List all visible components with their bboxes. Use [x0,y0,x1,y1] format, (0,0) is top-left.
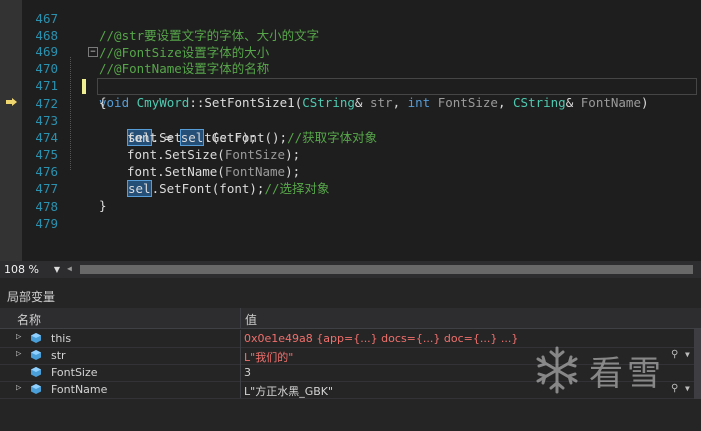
variable-cube-icon [31,384,41,394]
change-marker [82,79,86,94]
column-header-name[interactable]: 名称 [17,311,41,328]
column-header-value[interactable]: 值 [245,311,257,328]
expand-arrow-icon[interactable]: ▷ [16,349,21,359]
scroll-left-arrow-icon[interactable]: ◀ [67,264,72,273]
line-number: 479 [35,216,58,231]
code-line-472[interactable]: 472 sel.SetText(str); [22,78,701,146]
code-line-476[interactable]: 476 sel.SetFont(font);//选择对象 [22,146,701,197]
watermark-text: 看雪 [589,354,665,394]
code-line-477[interactable]: 477 } [22,163,701,213]
column-divider [240,330,241,347]
variable-value[interactable]: L"方正水黑_GBK" [244,383,333,399]
column-divider [240,364,241,381]
code-line-473[interactable]: 473 font = sel.GetFont();//获取字体对象 [22,95,701,146]
expand-arrow-icon[interactable]: ▷ [16,332,21,342]
code-line-471[interactable]: 471 { [22,60,701,110]
editor-status-bar: 108 % ▼ ◀ [0,261,701,278]
variable-name: this [51,332,72,345]
column-divider [240,381,241,398]
code-line-468[interactable]: 468 //@FontSize设置字体的大小 [22,10,701,60]
watermark: 看雪 [527,340,687,400]
current-statement-arrow-icon [6,98,17,106]
collapse-toggle-icon[interactable]: − [88,47,98,57]
panel-title: 局部变量 [7,290,56,304]
code-line-474[interactable]: 474 font.SetSize(FontSize); [22,112,701,162]
code-line-478[interactable]: 478 [22,181,701,214]
variable-value[interactable]: L"我们的" [244,349,293,365]
variable-name: str [51,349,66,362]
variable-cube-icon [31,333,41,343]
fold-guide-line [70,57,72,170]
variable-value[interactable]: 0x0e1e49a8 {app={...} docs={...} doc={..… [244,332,518,345]
chevron-down-icon: ▼ [53,265,60,274]
glyph-margin[interactable] [0,0,22,261]
snowflake-logo-icon [536,346,578,394]
vertical-scrollbar[interactable] [694,329,701,399]
expand-arrow-icon[interactable]: ▷ [16,383,21,393]
horizontal-scrollbar-thumb[interactable] [80,265,693,274]
column-divider [240,347,241,364]
variable-cube-icon [31,367,41,377]
code-line-470[interactable]: 470 − void CmyWord::SetFontSize1(CString… [22,43,701,110]
column-resize-handle[interactable] [240,308,241,328]
locals-header: 名称 值 [0,308,701,329]
variable-value[interactable]: 3 [244,366,251,379]
zoom-level-dropdown[interactable]: 108 % ▼ [4,262,62,277]
code-line-467[interactable]: 467 //@str要设置文字的字体、大小的文字 [22,0,701,43]
code-line-475[interactable]: 475 font.SetName(FontName); [22,129,701,179]
variable-name: FontSize [51,366,98,379]
variable-cube-icon [31,350,41,360]
zoom-level: 108 % [4,263,39,276]
code-editor[interactable]: 467 //@str要设置文字的字体、大小的文字 468 //@FontSize… [0,0,701,261]
code-line-469[interactable]: 469 //@FontName设置字体的名称 [22,26,701,76]
code-line-479[interactable]: 479 [22,198,701,231]
variable-name: FontName [51,383,108,396]
